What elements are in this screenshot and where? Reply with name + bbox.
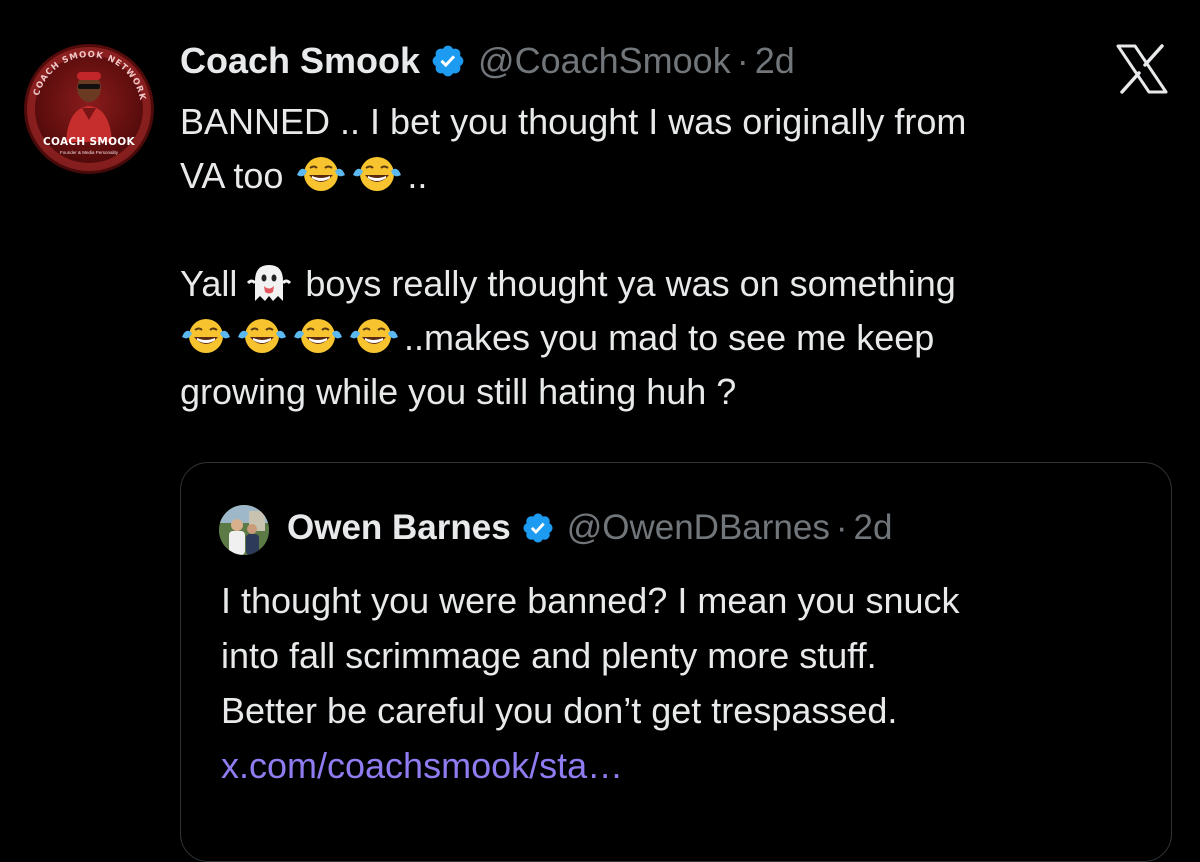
quoted-tweet-line: Better be careful you don’t get trespass…: [221, 690, 898, 731]
tweet-timestamp[interactable]: 2d: [755, 40, 795, 82]
face-with-tears-of-joy-icon: [294, 319, 342, 353]
quoted-tweet-header: Owen Barnes @OwenDBarnes · 2d: [287, 503, 892, 553]
author-handle[interactable]: @CoachSmook: [478, 40, 731, 82]
header-separator: ·: [736, 40, 749, 81]
face-with-tears-of-joy-icon: [182, 319, 230, 353]
tweet-line: ..makes you mad to see me keep: [180, 311, 1170, 365]
x-logo-icon[interactable]: [1115, 44, 1169, 94]
quoted-tweet-timestamp[interactable]: 2d: [854, 508, 893, 548]
tweet-text-segment: ..makes you mad to see me keep: [404, 317, 935, 358]
quoted-avatar-photo: [219, 505, 269, 555]
quoted-author-handle[interactable]: @OwenDBarnes: [567, 508, 830, 548]
tweet-text-segment: boys really thought ya was on something: [305, 263, 956, 304]
avatar-name-text: COACH SMOOK: [43, 136, 135, 148]
face-with-tears-of-joy-icon: [238, 319, 286, 353]
tweet-text: BANNED .. I bet you thought I was origin…: [180, 95, 1170, 419]
tweet-header: Coach Smook @CoachSmook · 2d: [180, 38, 795, 84]
quoted-tweet-line: I thought you were banned? I mean you sn…: [221, 580, 960, 621]
face-with-tears-of-joy-icon: [297, 157, 346, 191]
tweet[interactable]: COACH SMOOK NETWORK COACH SMOOK Founder …: [0, 0, 1200, 862]
face-with-tears-of-joy-icon: [350, 319, 398, 353]
quoted-tweet-card[interactable]: Owen Barnes @OwenDBarnes · 2d I thought …: [180, 462, 1172, 862]
avatar-person-graphic: [66, 72, 112, 142]
quoted-author-avatar[interactable]: [219, 505, 269, 555]
quoted-tweet-line: into fall scrimmage and plenty more stuf…: [221, 635, 877, 676]
tweet-text-segment: ..: [407, 155, 428, 196]
quoted-header-separator: ·: [835, 508, 848, 547]
quoted-author-display-name[interactable]: Owen Barnes: [287, 508, 511, 548]
quoted-tweet-text: I thought you were banned? I mean you sn…: [221, 573, 1151, 793]
tweet-text-segment: Yall: [180, 263, 238, 304]
face-with-tears-of-joy-icon: [353, 157, 402, 191]
verified-badge-icon[interactable]: [430, 43, 466, 79]
author-display-name[interactable]: Coach Smook: [180, 40, 420, 82]
avatar-subtitle-text: Founder & Media Personality: [59, 150, 119, 155]
tweet-line: Yall boys really thought ya was on somet…: [180, 257, 1170, 311]
tweet-text-segment: VA too: [180, 155, 284, 196]
tweet-line: VA too ..: [180, 149, 1170, 203]
ghost-icon: [247, 265, 292, 301]
quoted-tweet-link[interactable]: x.com/coachsmook/sta…: [221, 745, 623, 786]
tweet-line: growing while you still hating huh ?: [180, 371, 737, 412]
tweet-line: BANNED .. I bet you thought I was origin…: [180, 101, 967, 142]
verified-badge-icon[interactable]: [521, 511, 555, 545]
author-avatar[interactable]: COACH SMOOK NETWORK COACH SMOOK Founder …: [24, 44, 154, 174]
